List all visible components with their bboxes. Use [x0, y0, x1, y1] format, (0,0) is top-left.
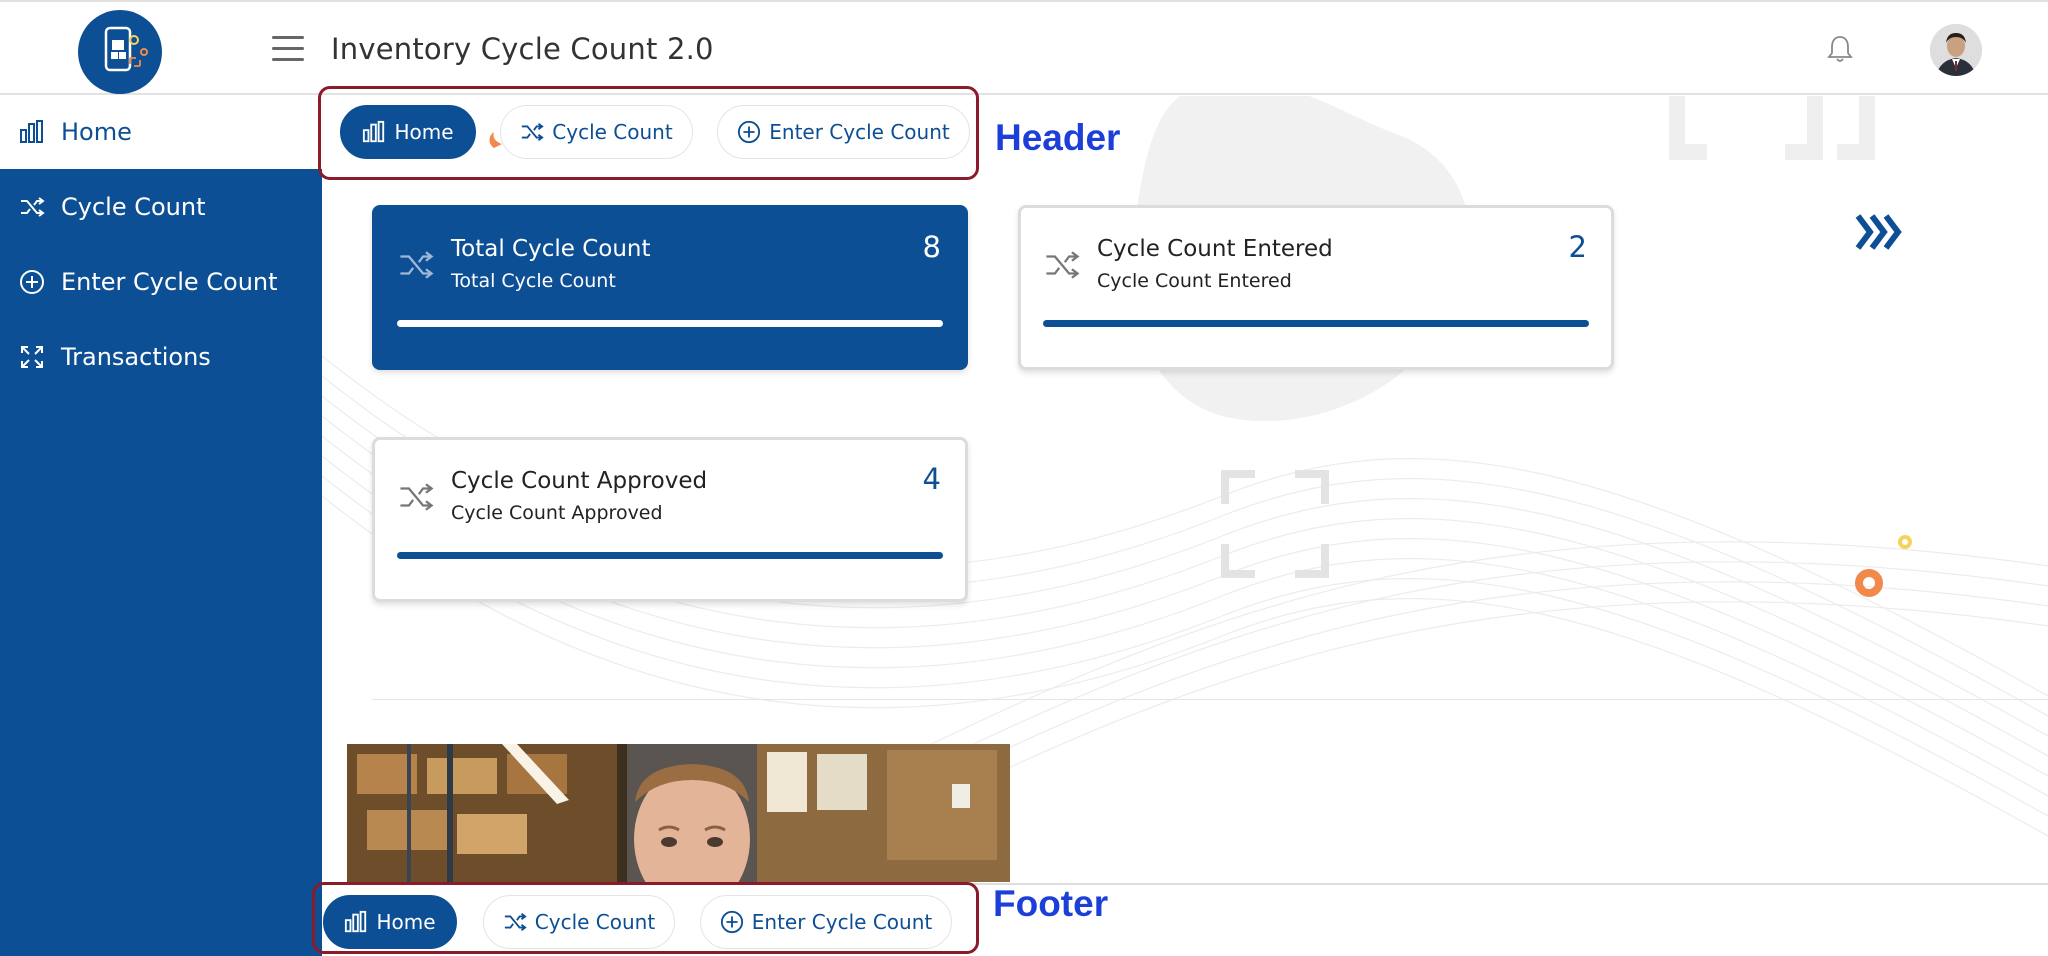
shuffle-icon [520, 120, 544, 144]
sidebar-item-label: Transactions [61, 343, 211, 371]
header-tab-enter-cycle-count[interactable]: Enter Cycle Count [717, 105, 970, 159]
triple-chevron-icon [1855, 214, 1902, 250]
plus-circle-icon [720, 910, 744, 934]
shuffle-icon [503, 910, 527, 934]
plus-circle-icon [737, 120, 761, 144]
card-progress-bar [397, 320, 943, 327]
card-total-cycle-count[interactable]: Total Cycle Count Total Cycle Count 8 [372, 205, 968, 370]
header-tab-label: Cycle Count [552, 120, 673, 144]
sidebar-item-enter-cycle-count[interactable]: Enter Cycle Count [0, 245, 322, 319]
menu-toggle-icon[interactable] [272, 36, 304, 62]
bar-chart-icon [362, 120, 386, 144]
sidebar-item-cycle-count[interactable]: Cycle Count [0, 170, 322, 244]
shuffle-icon [17, 192, 47, 222]
sidebar-item-label: Cycle Count [61, 193, 206, 221]
card-subtitle: Total Cycle Count [451, 270, 616, 292]
footer-tab-cycle-count[interactable]: Cycle Count [483, 895, 675, 949]
notification-bell-icon[interactable] [1826, 34, 1854, 64]
plus-circle-icon [17, 267, 47, 297]
card-count: 4 [922, 462, 941, 496]
card-title: Total Cycle Count [451, 236, 651, 262]
card-title: Cycle Count Entered [1097, 236, 1333, 262]
sidebar-item-label: Home [61, 118, 132, 146]
header-tab-home[interactable]: Home [340, 105, 476, 159]
bar-chart-icon [344, 910, 368, 934]
footer-tab-label: Cycle Count [534, 910, 656, 934]
top-bar: Inventory Cycle Count 2.0 [0, 0, 2048, 95]
header-tab-label: Home [394, 120, 454, 144]
shuffle-icon [1043, 248, 1083, 288]
card-count: 8 [922, 230, 941, 264]
shuffle-icon [397, 480, 437, 520]
warehouse-photo [347, 744, 1010, 882]
page-title: Inventory Cycle Count 2.0 [331, 32, 714, 66]
card-subtitle: Cycle Count Approved [451, 502, 663, 524]
footer-tab-enter-cycle-count[interactable]: Enter Cycle Count [700, 895, 952, 949]
card-subtitle: Cycle Count Entered [1097, 270, 1292, 292]
footer-tab-label: Enter Cycle Count [751, 910, 933, 934]
card-progress-bar [1043, 320, 1589, 327]
expand-icon [17, 342, 47, 372]
header-tab-cycle-count[interactable]: Cycle Count [500, 105, 693, 159]
header-tab-label: Enter Cycle Count [769, 120, 950, 144]
app-logo[interactable] [78, 10, 162, 94]
footer-tab-home[interactable]: Home [323, 895, 457, 949]
shuffle-icon [397, 248, 437, 288]
header-annotation: Header [995, 117, 1121, 158]
section-divider [372, 699, 2048, 700]
card-title: Cycle Count Approved [451, 468, 708, 494]
sidebar-item-home[interactable]: Home [0, 95, 322, 169]
sidebar-item-label: Enter Cycle Count [61, 268, 278, 296]
sidebar: Home Cycle Count Enter Cycle Count Trans… [0, 95, 322, 956]
footer-tab-label: Home [376, 910, 436, 934]
card-cycle-count-approved[interactable]: Cycle Count Approved Cycle Count Approve… [372, 437, 968, 602]
card-count: 2 [1568, 230, 1587, 264]
bar-chart-icon [17, 117, 47, 147]
user-avatar[interactable] [1930, 24, 1982, 76]
sidebar-item-transactions[interactable]: Transactions [0, 320, 322, 394]
card-progress-bar [397, 552, 943, 559]
logo-icon [104, 26, 148, 72]
footer-annotation: Footer [993, 883, 1109, 924]
card-cycle-count-entered[interactable]: Cycle Count Entered Cycle Count Entered … [1018, 205, 1614, 370]
